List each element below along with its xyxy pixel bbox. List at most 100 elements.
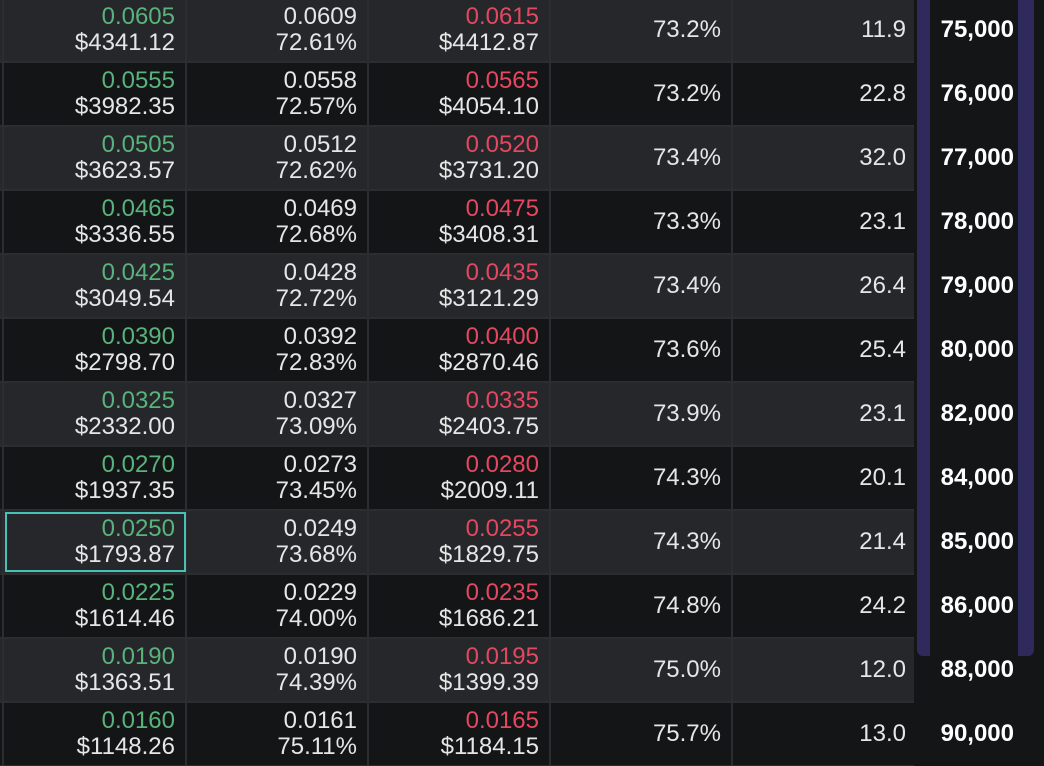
mark-cell[interactable]: 0.0327 73.09%: [187, 383, 369, 445]
bid-cell[interactable]: 0.0270 $1937.35: [4, 447, 187, 509]
table-row[interactable]: 0.0605 $4341.12 0.0609 72.61% 0.0615 $4412.87…: [0, 0, 914, 63]
bid-cell-secondary: $1614.46: [74, 605, 175, 632]
ask-cell-secondary: $1686.21: [438, 605, 539, 632]
bid-cell[interactable]: 0.0505 $3623.57: [4, 127, 187, 189]
ask-cell-price: 0.0400: [465, 323, 539, 350]
ask-cell[interactable]: 0.0565 $4054.10: [369, 63, 551, 125]
iv-value: 73.2%: [652, 16, 721, 43]
table-row[interactable]: 0.0160 $1148.26 0.0161 75.11% 0.0165 $1184.15…: [0, 703, 914, 766]
strike-price[interactable]: 76,000: [930, 63, 1018, 127]
mark-cell[interactable]: 0.0392 72.83%: [187, 319, 369, 381]
size-value: 24.2: [859, 592, 906, 619]
mark-cell[interactable]: 0.0512 72.62%: [187, 127, 369, 189]
size-cell: 20.1: [733, 447, 914, 509]
bid-cell[interactable]: 0.0605 $4341.12: [4, 0, 187, 61]
mark-cell[interactable]: 0.0161 75.11%: [187, 703, 369, 765]
ask-cell-secondary: $1829.75: [438, 541, 539, 568]
strike-price[interactable]: 80,000: [930, 319, 1018, 383]
mark-cell-price: 0.0161: [283, 707, 357, 734]
table-row[interactable]: 0.0465 $3336.55 0.0469 72.68% 0.0475 $3408.31…: [0, 191, 914, 255]
mark-cell[interactable]: 0.0558 72.57%: [187, 63, 369, 125]
bid-cell[interactable]: 0.0160 $1148.26: [4, 703, 187, 765]
strike-price[interactable]: 78,000: [930, 191, 1018, 255]
iv-value: 74.3%: [652, 528, 721, 555]
table-row[interactable]: 0.0270 $1937.35 0.0273 73.45% 0.0280 $2009.11…: [0, 447, 914, 511]
iv-value: 75.7%: [652, 720, 721, 747]
iv-value: 73.4%: [652, 272, 721, 299]
ask-cell[interactable]: 0.0235 $1686.21: [369, 575, 551, 637]
table-row[interactable]: 0.0390 $2798.70 0.0392 72.83% 0.0400 $2870.46…: [0, 319, 914, 383]
ask-cell[interactable]: 0.0435 $3121.29: [369, 255, 551, 317]
size-cell: 23.1: [733, 383, 914, 445]
size-value: 22.8: [859, 80, 906, 107]
bid-cell-secondary: $1937.35: [74, 477, 175, 504]
mark-cell-secondary: 72.72%: [275, 285, 357, 312]
strike-price[interactable]: 82,000: [930, 383, 1018, 447]
bid-cell[interactable]: 0.0390 $2798.70: [4, 319, 187, 381]
ask-cell-secondary: $2403.75: [438, 413, 539, 440]
mark-cell[interactable]: 0.0190 74.39%: [187, 639, 369, 701]
strike-price[interactable]: 86,000: [930, 575, 1018, 639]
table-row[interactable]: 0.0505 $3623.57 0.0512 72.62% 0.0520 $3731.20…: [0, 127, 914, 191]
mark-cell-secondary: 72.68%: [275, 221, 357, 248]
strike-price[interactable]: 85,000: [930, 511, 1018, 575]
ask-cell-price: 0.0520: [465, 131, 539, 158]
bid-cell[interactable]: 0.0190 $1363.51: [4, 639, 187, 701]
table-row[interactable]: 0.0250 $1793.87 0.0249 73.68% 0.0255 $1829.75…: [0, 511, 914, 575]
size-value: 11.9: [861, 16, 906, 43]
bid-cell[interactable]: 0.0325 $2332.00: [4, 383, 187, 445]
bid-cell-price: 0.0555: [101, 67, 175, 94]
table-row[interactable]: 0.0325 $2332.00 0.0327 73.09% 0.0335 $2403.75…: [0, 383, 914, 447]
strike-price[interactable]: 84,000: [930, 447, 1018, 511]
size-cell: 24.2: [733, 575, 914, 637]
strike-price[interactable]: 90,000: [930, 703, 1018, 766]
ask-cell-secondary: $3731.20: [438, 157, 539, 184]
mark-cell-secondary: 72.57%: [275, 93, 357, 120]
size-value: 32.0: [859, 144, 906, 171]
mark-cell[interactable]: 0.0428 72.72%: [187, 255, 369, 317]
mark-cell[interactable]: 0.0229 74.00%: [187, 575, 369, 637]
mark-cell[interactable]: 0.0273 73.45%: [187, 447, 369, 509]
mark-cell[interactable]: 0.0249 73.68%: [187, 511, 369, 573]
ask-cell-secondary: $2870.46: [438, 349, 539, 376]
iv-cell: 73.2%: [551, 0, 733, 61]
mark-cell-price: 0.0327: [283, 387, 357, 414]
ask-cell-price: 0.0475: [465, 195, 539, 222]
table-row[interactable]: 0.0225 $1614.46 0.0229 74.00% 0.0235 $1686.21…: [0, 575, 914, 639]
size-value: 20.1: [859, 464, 906, 491]
bid-cell[interactable]: 0.0465 $3336.55: [4, 191, 187, 253]
ask-cell[interactable]: 0.0520 $3731.20: [369, 127, 551, 189]
bid-cell[interactable]: 0.0555 $3982.35: [4, 63, 187, 125]
mark-cell[interactable]: 0.0609 72.61%: [187, 0, 369, 61]
strike-price[interactable]: 79,000: [930, 255, 1018, 319]
strike-price[interactable]: 88,000: [930, 639, 1018, 703]
ask-cell[interactable]: 0.0475 $3408.31: [369, 191, 551, 253]
iv-cell: 74.3%: [551, 511, 733, 573]
ask-cell[interactable]: 0.0615 $4412.87: [369, 0, 551, 61]
iv-value: 73.3%: [652, 208, 721, 235]
size-value: 26.4: [859, 272, 906, 299]
iv-cell: 74.8%: [551, 575, 733, 637]
bid-cell-price: 0.0160: [101, 707, 175, 734]
bid-cell[interactable]: 0.0225 $1614.46: [4, 575, 187, 637]
ask-cell[interactable]: 0.0400 $2870.46: [369, 319, 551, 381]
ask-cell[interactable]: 0.0335 $2403.75: [369, 383, 551, 445]
mark-cell-price: 0.0609: [283, 3, 357, 30]
mark-cell-price: 0.0469: [283, 195, 357, 222]
strike-price[interactable]: 75,000: [930, 0, 1018, 63]
strike-price[interactable]: 77,000: [930, 127, 1018, 191]
table-row[interactable]: 0.0425 $3049.54 0.0428 72.72% 0.0435 $3121.29…: [0, 255, 914, 319]
ask-cell-secondary: $1184.15: [440, 733, 539, 760]
mark-cell[interactable]: 0.0469 72.68%: [187, 191, 369, 253]
table-row[interactable]: 0.0190 $1363.51 0.0190 74.39% 0.0195 $1399.39…: [0, 639, 914, 703]
ask-cell[interactable]: 0.0165 $1184.15: [369, 703, 551, 765]
bid-cell[interactable]: 0.0250 $1793.87: [4, 511, 187, 573]
bid-cell[interactable]: 0.0425 $3049.54: [4, 255, 187, 317]
table-row[interactable]: 0.0555 $3982.35 0.0558 72.57% 0.0565 $4054.10…: [0, 63, 914, 127]
iv-value: 73.6%: [652, 336, 721, 363]
ask-cell[interactable]: 0.0255 $1829.75: [369, 511, 551, 573]
ask-cell-price: 0.0165: [465, 707, 539, 734]
ask-cell[interactable]: 0.0280 $2009.11: [369, 447, 551, 509]
mark-cell-secondary: 75.11%: [277, 733, 357, 760]
ask-cell[interactable]: 0.0195 $1399.39: [369, 639, 551, 701]
